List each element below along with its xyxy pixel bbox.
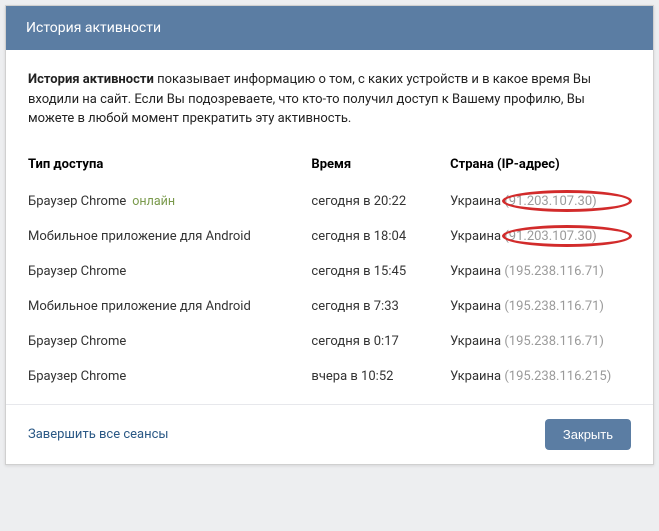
sessions-table: Тип доступа Время Страна (IP-адрес) Брау… (28, 149, 631, 394)
cell-type: Браузер Chrome (28, 359, 311, 394)
country-name: Украина (450, 264, 504, 279)
cell-country: Украина (91.203.107.30) (450, 219, 631, 254)
access-type: Браузер Chrome (28, 334, 126, 349)
table-row[interactable]: Мобильное приложение для Android сегодня … (28, 289, 631, 324)
cell-country: Украина (91.203.107.30) (450, 184, 631, 219)
activity-history-modal: История активности История активности по… (5, 5, 654, 465)
access-type: Браузер Chrome (28, 264, 126, 279)
online-badge: онлайн (132, 194, 175, 209)
ip-address: (91.203.107.30) (504, 229, 596, 244)
description-text: История активности показывает информацию… (28, 70, 631, 129)
access-type: Мобильное приложение для Android (28, 299, 251, 314)
description-bold: История активности (28, 72, 154, 87)
table-row[interactable]: Браузер Chrome сегодня в 15:45Украина (19… (28, 254, 631, 289)
cell-time: сегодня в 15:45 (311, 254, 450, 289)
ip-address: (195.238.116.71) (504, 334, 604, 349)
end-all-sessions-link[interactable]: Завершить все сеансы (28, 427, 169, 442)
ip-address: (195.238.116.71) (504, 264, 604, 279)
ip-address: (195.238.116.71) (504, 299, 604, 314)
modal-header: История активности (6, 6, 653, 50)
table-row[interactable]: Браузер Chrome вчера в 10:52Украина (195.… (28, 359, 631, 394)
cell-time: сегодня в 20:22 (311, 184, 450, 219)
country-name: Украина (450, 334, 504, 349)
cell-type: Браузер Chrome (28, 254, 311, 289)
table-row[interactable]: Мобильное приложение для Android сегодня … (28, 219, 631, 254)
cell-time: сегодня в 0:17 (311, 324, 450, 359)
ip-address: (91.203.107.30) (504, 194, 596, 209)
access-type: Браузер Chrome (28, 194, 126, 209)
cell-type: Браузер Chrome (28, 324, 311, 359)
table-row[interactable]: Браузер Chrome сегодня в 0:17Украина (195… (28, 324, 631, 359)
country-name: Украина (450, 229, 504, 244)
cell-time: сегодня в 18:04 (311, 219, 450, 254)
modal-body: История активности показывает информацию… (6, 50, 653, 404)
cell-country: Украина (195.238.116.215) (450, 359, 631, 394)
modal-footer: Завершить все сеансы Закрыть (6, 404, 653, 464)
cell-type: Браузер Chrome онлайн (28, 184, 311, 219)
cell-time: вчера в 10:52 (311, 359, 450, 394)
cell-country: Украина (195.238.116.71) (450, 289, 631, 324)
header-time: Время (311, 149, 450, 184)
cell-time: сегодня в 7:33 (311, 289, 450, 324)
country-name: Украина (450, 194, 504, 209)
modal-title: История активности (26, 20, 161, 36)
access-type: Браузер Chrome (28, 369, 126, 384)
cell-type: Мобильное приложение для Android (28, 219, 311, 254)
country-name: Украина (450, 369, 504, 384)
table-row[interactable]: Браузер Chrome онлайн сегодня в 20:22Украи… (28, 184, 631, 219)
header-type: Тип доступа (28, 149, 311, 184)
cell-type: Мобильное приложение для Android (28, 289, 311, 324)
table-header-row: Тип доступа Время Страна (IP-адрес) (28, 149, 631, 184)
cell-country: Украина (195.238.116.71) (450, 324, 631, 359)
cell-country: Украина (195.238.116.71) (450, 254, 631, 289)
close-button[interactable]: Закрыть (545, 419, 631, 450)
ip-address: (195.238.116.215) (504, 369, 611, 384)
access-type: Мобильное приложение для Android (28, 229, 251, 244)
header-country: Страна (IP-адрес) (450, 149, 631, 184)
country-name: Украина (450, 299, 504, 314)
